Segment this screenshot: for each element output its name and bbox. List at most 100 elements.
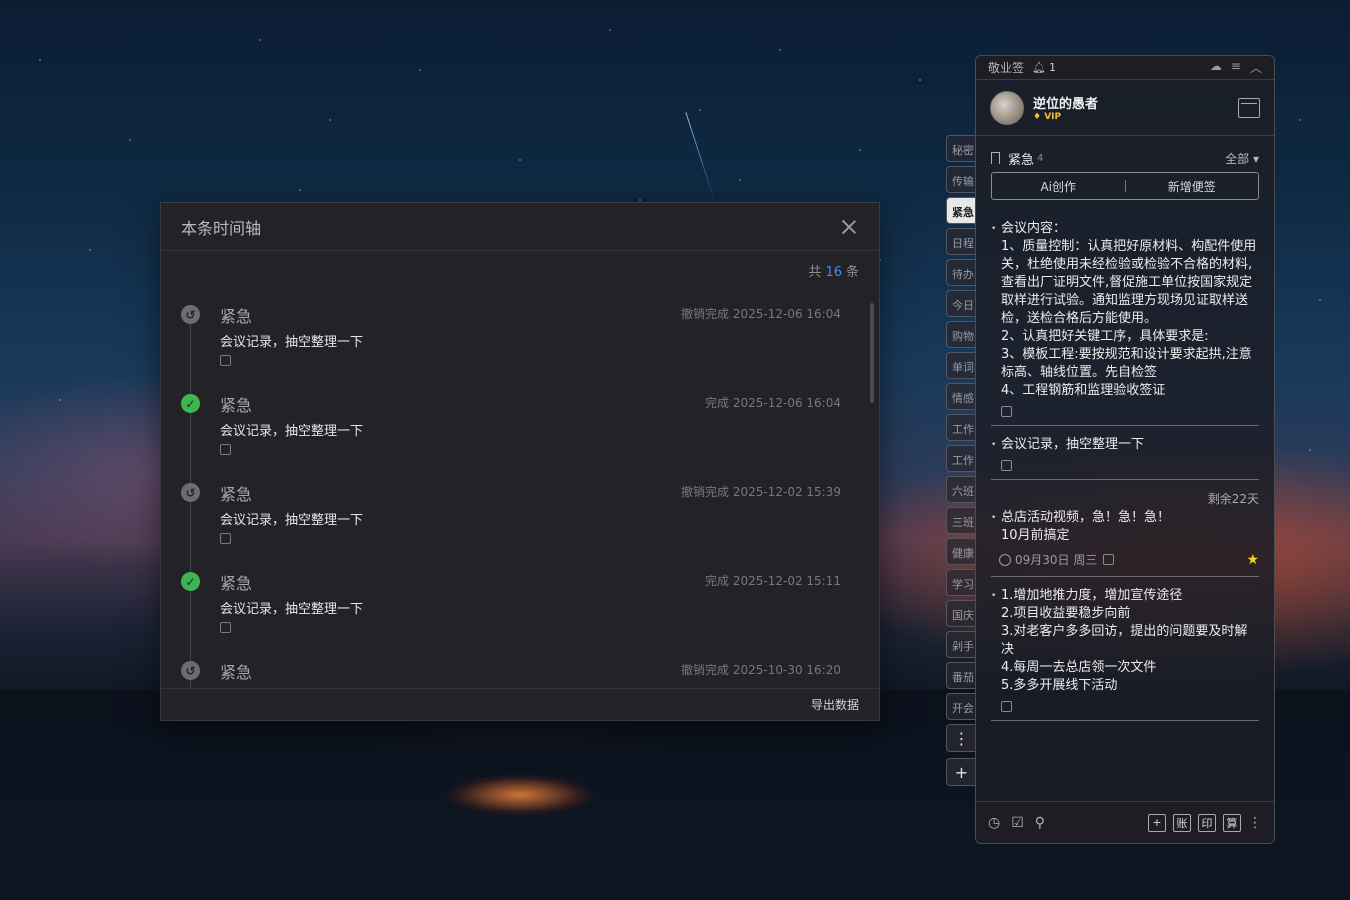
note-item[interactable]: 会议记录，抽空整理一下 [991, 426, 1259, 480]
timeline-entry: ↺ 紧急 撤销完成 2025-12-02 15:39 会议记录，抽空整理一下 [161, 473, 861, 562]
timeline-entry: ↺ 紧急 撤销完成 2025-12-06 16:04 会议记录，抽空整理一下 [161, 295, 861, 384]
add-category-button[interactable]: + [946, 758, 976, 786]
user-info: 逆位的愚者 ♦ VIP [1033, 93, 1098, 122]
tab-category[interactable]: 开会 [946, 693, 976, 720]
calendar-check-icon[interactable]: ☑ [1011, 815, 1024, 831]
calculator-button[interactable]: 算 [1223, 813, 1241, 832]
entry-content: 会议记录，抽空整理一下 [220, 513, 364, 528]
collapse-icon[interactable]: ︿ [1250, 59, 1262, 76]
campfire-glow [420, 765, 620, 825]
entry-time: 撤销完成 2025-10-30 16:20 [681, 663, 841, 677]
history-icon[interactable]: ◷ [988, 815, 1000, 831]
avatar[interactable] [990, 90, 1024, 125]
search-icon[interactable]: ⚲ [1035, 815, 1045, 831]
tab-category[interactable]: 秘密 [946, 135, 976, 162]
undo-icon: ↺ [181, 483, 200, 502]
count-prefix: 共 [808, 265, 822, 280]
note-text: 会议记录，抽空整理一下 [991, 436, 1259, 454]
attachment-icon [220, 355, 231, 366]
tab-category[interactable]: 工作 [946, 445, 976, 472]
tab-category[interactable]: 待办 [946, 259, 976, 286]
check-icon: ✓ [181, 572, 200, 591]
timeline-entry: ✓ 紧急 完成 2025-12-02 15:11 会议记录，抽空整理一下 [161, 562, 861, 651]
tab-category[interactable]: 六班 [946, 476, 976, 503]
count-suffix: 条 [845, 265, 859, 280]
user-header: 逆位的愚者 ♦ VIP [976, 80, 1274, 136]
notes-list[interactable]: 会议内容： 1、质量控制：认真把好原材料、构配件使用关，杜绝使用未经检验或检验不… [976, 210, 1274, 800]
tab-category[interactable]: 三班 [946, 507, 976, 534]
scrollbar-thumb[interactable] [870, 303, 874, 403]
note-item[interactable]: 剩余22天 总店活动视频，急！急！急！ 10月前搞定 09月30日 周三 ★ [991, 480, 1259, 577]
filter-dropdown[interactable]: 全部 ▾ [1225, 150, 1259, 167]
entry-count: 共 16 条 [808, 261, 859, 280]
entry-content: 会议记录，抽空整理一下 [220, 424, 364, 439]
entry-time: 撤销完成 2025-12-02 15:39 [681, 485, 841, 499]
note-item[interactable]: 1.增加地推力度，增加宣传途径 2.项目收益要稳步向前 3.对老客户多多回访，提… [991, 577, 1259, 721]
note-item[interactable]: 会议内容： 1、质量控制：认真把好原材料、构配件使用关，杜绝使用未经检验或检验不… [991, 210, 1259, 426]
note-meta: 09月30日 周三 ★ [999, 551, 1259, 568]
notification-count: 1 [1048, 61, 1056, 74]
calendar-icon[interactable] [1238, 97, 1260, 118]
entry-time: 撤销完成 2025-12-06 16:04 [681, 307, 841, 321]
timeline-list[interactable]: ↺ 紧急 撤销完成 2025-12-06 16:04 会议记录，抽空整理一下 ✓… [161, 295, 861, 690]
timeline-entry: ✓ 紧急 完成 2025-12-06 16:04 会议记录，抽空整理一下 [161, 384, 861, 473]
vip-label: VIP [1044, 112, 1062, 122]
entry-content: 会议记录，抽空整理一下 [220, 602, 364, 617]
close-icon[interactable] [839, 217, 859, 237]
add-button[interactable]: + [1148, 813, 1166, 832]
note-body: 会议内容： 1、质量控制：认真把好原材料、构配件使用关，杜绝使用未经检验或检验不… [991, 220, 1259, 400]
vip-badge: ♦ VIP [1033, 112, 1098, 122]
panel-toolbar: ◷ ☑ ⚲ + 账 印 算 ⋮ [976, 801, 1274, 843]
category-tabs: 秘密 传输 紧急 日程 待办 今日 购物 单词 情感 工作 工作 六班 三班 健… [946, 135, 976, 792]
tab-category[interactable]: 剁手 [946, 631, 976, 658]
tab-category[interactable]: 购物 [946, 321, 976, 348]
print-button[interactable]: 印 [1198, 813, 1216, 832]
category-header: 紧急 4 全部 ▾ [976, 136, 1274, 170]
category-name: 紧急 [1008, 152, 1035, 168]
tab-category[interactable]: 情感 [946, 383, 976, 410]
meteor-streak [685, 112, 716, 203]
clock-icon [999, 553, 1011, 566]
titlebar-controls: ☁ ≡ ︿ [1210, 59, 1262, 76]
tab-category[interactable]: 传输 [946, 166, 976, 193]
action-bar: Ai创作 新增便签 [991, 172, 1259, 200]
count-number: 16 [825, 265, 842, 280]
dialog-header: 本条时间轴 [161, 203, 879, 251]
account-button[interactable]: 账 [1173, 813, 1191, 832]
diamond-icon: ♦ [1033, 112, 1042, 122]
entry-time: 完成 2025-12-06 16:04 [705, 396, 841, 410]
ai-create-button[interactable]: Ai创作 [992, 178, 1125, 195]
more-options-icon[interactable]: ⋮ [1248, 815, 1262, 831]
check-icon: ✓ [181, 394, 200, 413]
attachment-icon [1103, 554, 1115, 565]
note-text: 会议内容： 1、质量控制：认真把好原材料、构配件使用关，杜绝使用未经检验或检验不… [991, 220, 1259, 400]
menu-icon[interactable]: ≡ [1231, 59, 1241, 76]
tab-category[interactable]: 学习 [946, 569, 976, 596]
tab-category[interactable]: 今日 [946, 290, 976, 317]
undo-icon: ↺ [181, 305, 200, 324]
tab-category[interactable]: 日程 [946, 228, 976, 255]
reminder-date: 09月30日 周三 [1015, 553, 1098, 567]
new-note-button[interactable]: 新增便签 [1126, 178, 1259, 195]
export-data-button[interactable]: 导出数据 [811, 696, 859, 713]
username[interactable]: 逆位的愚者 [1033, 93, 1098, 112]
star-icon[interactable]: ★ [1246, 552, 1259, 568]
dialog-title: 本条时间轴 [181, 218, 262, 238]
attachment-icon [220, 533, 231, 544]
attachment-icon [1001, 701, 1012, 712]
tab-category[interactable]: 单词 [946, 352, 976, 379]
tab-category[interactable]: 工作 [946, 414, 976, 441]
attachment-icon [1001, 406, 1012, 417]
note-text: 总店活动视频，急！急！急！ 10月前搞定 [991, 509, 1259, 545]
tab-category[interactable]: 健康 [946, 538, 976, 565]
tab-category[interactable]: 国庆 [946, 600, 976, 627]
tab-category-active[interactable]: 紧急 [946, 197, 976, 224]
panel-titlebar: 敬业签 🔔︎ 1 ☁ ≡ ︿ [976, 56, 1274, 80]
cloud-sync-icon[interactable]: ☁ [1210, 59, 1222, 76]
more-tabs-button[interactable]: ⋮ [946, 724, 976, 752]
toolbar-right: + 账 印 算 ⋮ [1148, 813, 1262, 832]
entry-content: 会议记录，抽空整理一下 [220, 335, 364, 350]
tab-category[interactable]: 番茄 [946, 662, 976, 689]
timeline-dialog: 本条时间轴 共 16 条 ↺ 紧急 撤销完成 2025-12-06 16:04 会议… [160, 202, 880, 721]
bell-icon[interactable]: 🔔︎ [1032, 61, 1046, 74]
